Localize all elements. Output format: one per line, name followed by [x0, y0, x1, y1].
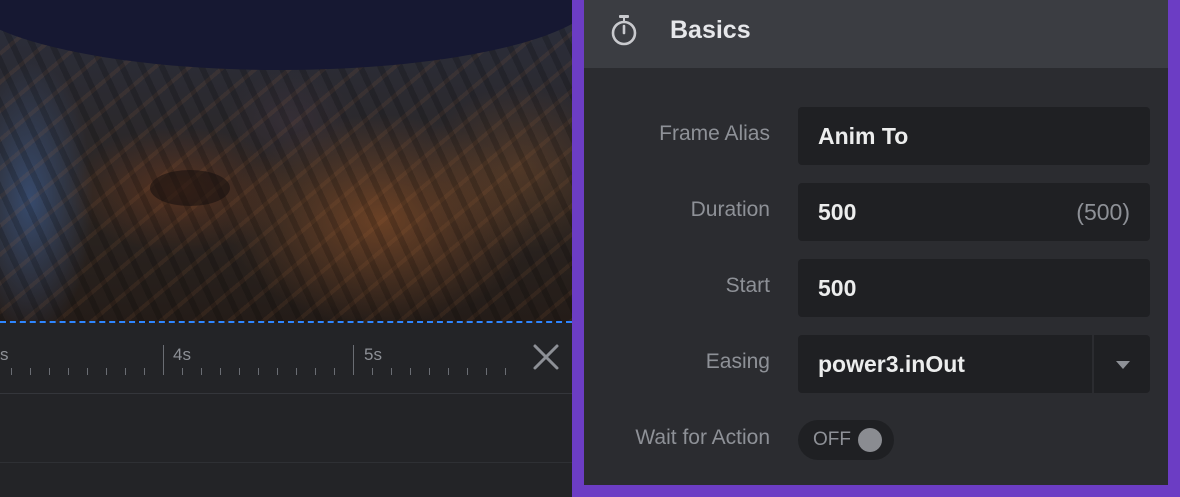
ruler-minor-tick [125, 368, 126, 375]
start-row: Start 500 [584, 259, 1168, 317]
canvas-preview[interactable] [0, 0, 572, 323]
duration-default-hint: (500) [1076, 199, 1130, 225]
ruler-minor-tick [505, 368, 506, 375]
toggle-knob [858, 428, 882, 452]
frame-alias-label: Frame Alias [659, 122, 770, 145]
frame-alias-value: Anim To [818, 123, 909, 149]
section-title: Basics [670, 16, 751, 44]
panel-body: Basics Frame Alias Anim To Duration 500 … [584, 0, 1168, 485]
ruler-minor-tick [486, 368, 487, 375]
ruler-minor-tick [30, 368, 31, 375]
wait-for-action-label: Wait for Action [635, 426, 770, 449]
ruler-minor-tick [467, 368, 468, 375]
basics-section-header[interactable]: Basics [584, 0, 1168, 68]
duration-value: 500 [818, 199, 857, 225]
ruler-minor-tick [277, 368, 278, 375]
stopwatch-icon [611, 15, 637, 46]
ruler-minor-tick [372, 368, 373, 375]
ruler-major-tick [353, 345, 354, 375]
ruler-minor-tick [391, 368, 392, 375]
ruler-minor-tick [258, 368, 259, 375]
easing-value: power3.inOut [818, 351, 965, 377]
ruler-minor-tick [201, 368, 202, 375]
ruler-label: s [0, 345, 9, 364]
timeline-track-row[interactable] [0, 394, 572, 463]
ruler-minor-tick [296, 368, 297, 375]
ruler-major-tick [163, 345, 164, 375]
ruler-minor-tick [87, 368, 88, 375]
ruler-minor-tick [144, 368, 145, 375]
ruler-minor-tick [410, 368, 411, 375]
easing-select[interactable]: power3.inOut [798, 335, 1150, 393]
preview-image-shadow [150, 170, 230, 206]
chevron-down-icon[interactable] [1092, 335, 1150, 393]
ruler-minor-tick [429, 368, 430, 375]
ruler-minor-tick [49, 368, 50, 375]
ruler-minor-tick [68, 368, 69, 375]
duration-row: Duration 500 (500) [584, 183, 1168, 241]
frame-alias-input[interactable]: Anim To [798, 107, 1150, 165]
easing-label: Easing [705, 350, 770, 373]
ruler-minor-tick [334, 368, 335, 375]
easing-row: Easing power3.inOut [584, 335, 1168, 393]
duration-input[interactable]: 500 (500) [798, 183, 1150, 241]
ruler-label: 5s [364, 345, 382, 364]
ruler-label: 4s [173, 345, 191, 364]
start-label: Start [725, 274, 770, 297]
frame-settings-panel: Basics Frame Alias Anim To Duration 500 … [572, 0, 1180, 497]
duration-label: Duration [690, 198, 770, 221]
ruler-minor-tick [239, 368, 240, 375]
frame-alias-row: Frame Alias Anim To [584, 107, 1168, 165]
start-input[interactable]: 500 [798, 259, 1150, 317]
close-timeline-icon[interactable] [530, 341, 562, 373]
ruler-minor-tick [315, 368, 316, 375]
timeline-ruler[interactable]: s 4s 5s [0, 323, 572, 394]
timeline[interactable]: s 4s 5s [0, 323, 572, 497]
ruler-minor-tick [220, 368, 221, 375]
ruler-minor-tick [448, 368, 449, 375]
ruler-minor-tick [106, 368, 107, 375]
ruler-minor-tick [11, 368, 12, 375]
wait-for-action-toggle[interactable]: OFF [798, 420, 894, 460]
wait-for-action-row: Wait for Action OFF [584, 411, 1168, 469]
ruler-minor-tick [182, 368, 183, 375]
start-value: 500 [818, 275, 857, 301]
toggle-state-text: OFF [813, 429, 851, 450]
